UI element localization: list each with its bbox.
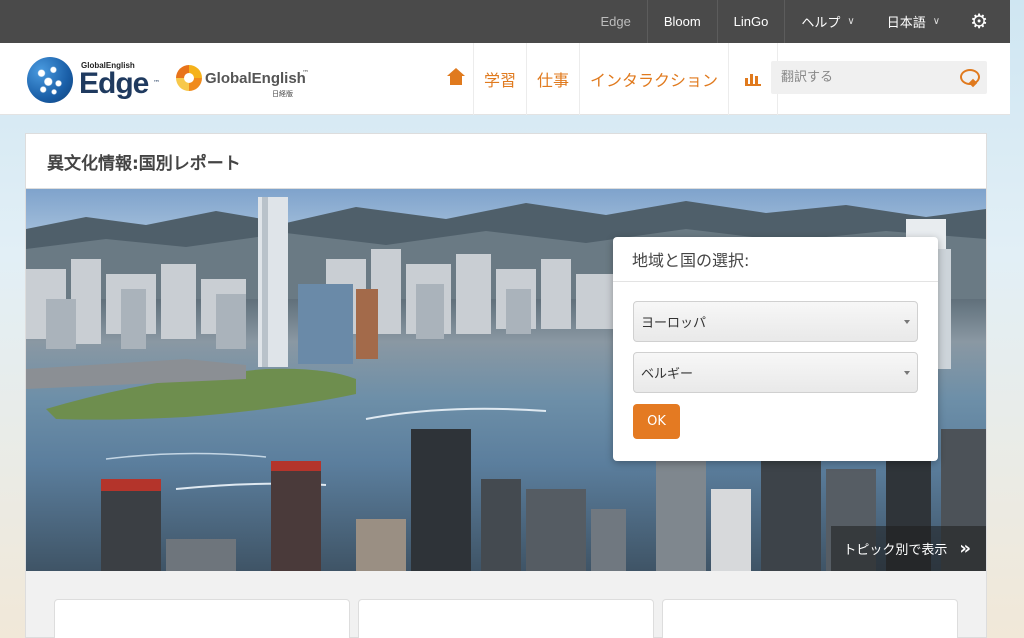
- language-menu-label: 日本語: [886, 15, 926, 30]
- globalenglish-logo-tm: ™: [302, 69, 309, 77]
- selector-title: 地域と国の選択:: [613, 237, 938, 282]
- caret-down-icon: [904, 320, 910, 324]
- globalenglish-mark-icon: [176, 65, 202, 91]
- nav-interaction[interactable]: インタラクション: [579, 43, 728, 115]
- region-country-selector: 地域と国の選択: ヨーロッパ ベルギー OK: [613, 237, 938, 461]
- gear-icon[interactable]: ⚙: [956, 0, 1010, 43]
- globalenglish-logo-sub: 日経版: [272, 90, 293, 98]
- report-card[interactable]: [662, 599, 958, 638]
- speech-bubble-icon[interactable]: [960, 69, 980, 85]
- nav-work-label: 仕事: [537, 71, 570, 90]
- translate-input[interactable]: [771, 61, 987, 94]
- edge-logo-tm: ™: [153, 79, 160, 87]
- ok-button[interactable]: OK: [633, 404, 680, 439]
- report-card[interactable]: [54, 599, 350, 638]
- nav-study-label: 学習: [484, 71, 517, 90]
- topbar-lingo-link[interactable]: LinGo: [716, 0, 785, 43]
- nav-interaction-label: インタラクション: [590, 71, 719, 90]
- home-icon: [447, 68, 465, 86]
- language-menu[interactable]: 日本語 ∨: [871, 0, 956, 43]
- view-by-topic-label: トピック別で表示: [843, 543, 948, 558]
- nav-work[interactable]: 仕事: [526, 43, 579, 115]
- country-report-panel: 異文化情報:国別レポート 地域と国の選択: ヨーロッパ ベルギー OK トピック…: [25, 133, 987, 638]
- view-by-topic-link[interactable]: トピック別で表示 »: [831, 526, 986, 571]
- topbar-bloom-link[interactable]: Bloom: [646, 0, 717, 43]
- region-select[interactable]: ヨーロッパ: [633, 301, 918, 342]
- help-menu-label: ヘルプ: [801, 15, 841, 30]
- topbar-edge-label: Edge: [600, 14, 631, 29]
- report-card[interactable]: [358, 599, 654, 638]
- topbar-edge-link[interactable]: Edge: [584, 0, 646, 43]
- region-select-value: ヨーロッパ: [641, 316, 707, 331]
- globe-logo-icon: [27, 57, 73, 103]
- translate-search: [771, 61, 987, 94]
- caret-down-icon: [904, 371, 910, 375]
- main-nav: 学習 仕事 インタラクション: [441, 43, 779, 115]
- help-menu[interactable]: ヘルプ ∨: [784, 0, 870, 43]
- double-chevron-right-icon: »: [959, 538, 971, 559]
- topbar-bloom-label: Bloom: [663, 14, 701, 29]
- nav-home[interactable]: [441, 43, 473, 115]
- country-select[interactable]: ベルギー: [633, 352, 918, 393]
- globalenglish-logo[interactable]: GlobalEnglish ™ 日経版: [176, 65, 311, 99]
- nav-study[interactable]: 学習: [473, 43, 526, 115]
- page-title: 異文化情報:国別レポート: [26, 134, 986, 189]
- topbar-lingo-label: LinGo: [733, 14, 769, 29]
- edge-logo-text: Edge: [79, 67, 149, 100]
- country-select-value: ベルギー: [641, 367, 694, 382]
- top-bar: Edge Bloom LinGo ヘルプ ∨ 日本語 ∨ ⚙: [0, 0, 1010, 43]
- chevron-down-icon: ∨: [932, 16, 941, 27]
- edge-logo[interactable]: GlobalEnglish Edge ™: [27, 57, 162, 105]
- header: GlobalEnglish Edge ™ GlobalEnglish ™ 日経版…: [0, 43, 1010, 115]
- chevron-down-icon: ∨: [847, 16, 855, 27]
- globalenglish-logo-text: GlobalEnglish: [205, 70, 306, 87]
- bar-chart-icon: [745, 72, 762, 86]
- hero-image: 地域と国の選択: ヨーロッパ ベルギー OK トピック別で表示 »: [26, 189, 986, 571]
